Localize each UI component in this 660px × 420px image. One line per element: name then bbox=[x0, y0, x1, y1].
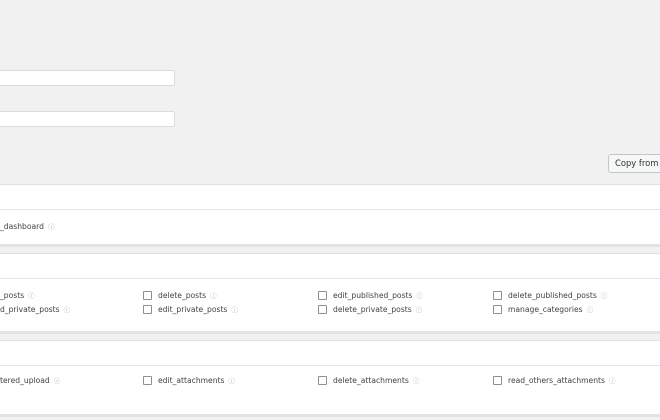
capability-label: manage_categories bbox=[508, 304, 583, 314]
capability-label: tered_upload bbox=[0, 375, 50, 385]
section-body: _dashboard ⓘ bbox=[0, 209, 660, 247]
capability-edit-attachments[interactable]: edit_attachments ⓘ bbox=[143, 375, 235, 385]
section-header bbox=[0, 340, 660, 366]
capability-delete-posts[interactable]: delete_posts ⓘ bbox=[143, 290, 217, 300]
capability-read-others-attachments[interactable]: read_others_attachments ⓘ bbox=[493, 375, 615, 385]
capability-delete-published-posts[interactable]: delete_published_posts ⓘ bbox=[493, 290, 607, 300]
section-body: _posts ⓘ delete_posts ⓘ edit_published_p… bbox=[0, 278, 660, 334]
capability-manage-categories[interactable]: manage_categories ⓘ bbox=[493, 304, 593, 314]
help-circle-icon[interactable]: ⓘ bbox=[609, 375, 616, 385]
checkbox[interactable] bbox=[318, 375, 327, 385]
capability-label: delete_attachments bbox=[333, 375, 409, 385]
capability-edit-published-posts[interactable]: edit_published_posts ⓘ bbox=[318, 290, 423, 300]
capability-label: read_others_attachments bbox=[508, 375, 605, 385]
role-display-name-field[interactable] bbox=[0, 111, 175, 127]
capability-label: delete_private_posts bbox=[333, 304, 412, 314]
checkbox[interactable] bbox=[143, 290, 152, 300]
capability-label: _dashboard bbox=[0, 221, 44, 231]
capability-label: edit_attachments bbox=[158, 375, 225, 385]
help-circle-icon[interactable]: ⓘ bbox=[416, 290, 423, 300]
help-circle-icon[interactable]: ⓘ bbox=[54, 375, 61, 385]
capability-label: edit_published_posts bbox=[333, 290, 413, 300]
capability-label: d_private_posts bbox=[0, 304, 60, 314]
help-circle-icon[interactable]: ⓘ bbox=[587, 304, 594, 314]
checkbox[interactable] bbox=[143, 375, 152, 385]
help-circle-icon[interactable]: ⓘ bbox=[228, 375, 235, 385]
capability-label: _posts bbox=[0, 290, 25, 300]
checkbox[interactable] bbox=[143, 304, 152, 314]
capability-label: delete_published_posts bbox=[508, 290, 597, 300]
help-circle-icon[interactable]: ⓘ bbox=[231, 304, 238, 314]
capability-read-private-posts[interactable]: d_private_posts ⓘ bbox=[0, 304, 71, 315]
capability-read-dashboard[interactable]: _dashboard ⓘ bbox=[0, 221, 55, 232]
capability-edit-posts[interactable]: _posts ⓘ bbox=[0, 290, 35, 301]
checkbox[interactable] bbox=[493, 304, 502, 314]
checkbox[interactable] bbox=[318, 304, 327, 314]
checkbox[interactable] bbox=[493, 375, 502, 385]
help-circle-icon[interactable]: ⓘ bbox=[210, 290, 217, 300]
section-body: tered_upload ⓘ edit_attachments ⓘ delete… bbox=[0, 365, 660, 417]
checkbox[interactable] bbox=[318, 290, 327, 300]
role-name-field[interactable] bbox=[0, 70, 175, 86]
capability-label: delete_posts bbox=[158, 290, 207, 300]
help-circle-icon[interactable]: ⓘ bbox=[64, 304, 71, 314]
copy-from-button[interactable]: Copy from bbox=[608, 154, 660, 173]
capability-edit-private-posts[interactable]: edit_private_posts ⓘ bbox=[143, 304, 238, 314]
help-circle-icon[interactable]: ⓘ bbox=[28, 290, 35, 300]
section-header bbox=[0, 253, 660, 279]
help-circle-icon[interactable]: ⓘ bbox=[416, 304, 423, 314]
capability-unfiltered-upload[interactable]: tered_upload ⓘ bbox=[0, 375, 61, 386]
section-header bbox=[0, 184, 660, 210]
checkbox[interactable] bbox=[493, 290, 502, 300]
capability-delete-private-posts[interactable]: delete_private_posts ⓘ bbox=[318, 304, 422, 314]
help-circle-icon[interactable]: ⓘ bbox=[48, 221, 55, 231]
capability-label: edit_private_posts bbox=[158, 304, 228, 314]
capability-delete-attachments[interactable]: delete_attachments ⓘ bbox=[318, 375, 419, 385]
help-circle-icon[interactable]: ⓘ bbox=[601, 290, 608, 300]
help-circle-icon[interactable]: ⓘ bbox=[413, 375, 420, 385]
